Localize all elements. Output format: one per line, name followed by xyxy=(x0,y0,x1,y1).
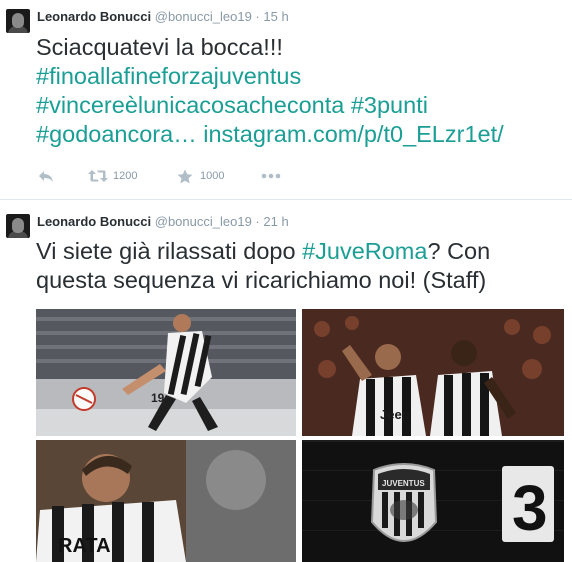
timestamp[interactable]: 15 h xyxy=(263,9,288,24)
jersey-name-text: RATA xyxy=(58,535,111,557)
author-handle[interactable]: @bonucci_leo19 xyxy=(155,214,252,229)
scoreboard-digit: 3 xyxy=(512,472,548,544)
author-name[interactable]: Leonardo Bonucci xyxy=(37,9,151,24)
hashtag-link[interactable]: #godoancora… xyxy=(36,121,197,147)
separator-dot: · xyxy=(255,9,260,24)
reply-arrow-icon xyxy=(39,171,53,182)
tweet-text-plain: Sciacquatevi la bocca!!! xyxy=(36,34,283,60)
hashtag-link[interactable]: #3punti xyxy=(351,92,428,118)
photo-players-celebrating[interactable]: Jeep xyxy=(302,309,564,436)
favorite-button[interactable]: 1000 xyxy=(177,167,224,185)
author-handle[interactable]: @bonucci_leo19 xyxy=(155,9,252,24)
avatar[interactable] xyxy=(6,9,30,33)
timestamp[interactable]: 21 h xyxy=(263,214,288,229)
more-button[interactable] xyxy=(261,167,281,185)
photo-juventus-crest-image: JUVENTUS 3 xyxy=(302,440,564,562)
tweet-actions: 1200 1000 xyxy=(36,167,336,185)
more-dots-icon xyxy=(261,173,281,179)
instagram-link[interactable]: instagram.com/p/t0_ELzr1et/ xyxy=(203,121,503,147)
crest-text: JUVENTUS xyxy=(382,479,425,488)
jersey-sponsor-text: Jeep xyxy=(380,407,410,422)
tweet-text-pre: Vi siete già rilassati dopo xyxy=(36,238,303,264)
tweet-header: Leonardo Bonucci @bonucci_leo19 · 21 h xyxy=(37,214,289,230)
author-name[interactable]: Leonardo Bonucci xyxy=(37,214,151,229)
tweet[interactable]: Leonardo Bonucci @bonucci_leo19 · 15 h S… xyxy=(0,0,572,200)
avatar-face xyxy=(12,13,24,28)
hashtag-link[interactable]: #vincereèlunicacosacheconta xyxy=(36,92,344,118)
avatar-face xyxy=(12,218,24,233)
photo-players-celebrating-image: Jeep xyxy=(302,309,564,436)
retweet-count: 1200 xyxy=(113,170,138,182)
photo-player-kick[interactable]: 19 xyxy=(36,309,296,436)
hashtag-link[interactable]: #JuveRoma xyxy=(302,238,427,264)
photo-juventus-crest[interactable]: JUVENTUS 3 xyxy=(302,440,564,562)
photo-player-kick-image: 19 xyxy=(36,309,296,436)
hashtag-link[interactable]: #finoallafineforzajuventus xyxy=(36,63,301,89)
retweet-icon xyxy=(88,170,108,182)
tweet-text: Vi siete già rilassati dopo #JuveRoma? C… xyxy=(36,237,566,295)
favorite-count: 1000 xyxy=(200,170,225,182)
tweet[interactable]: Leonardo Bonucci @bonucci_leo19 · 21 h V… xyxy=(0,205,572,562)
photo-grid: 19 Jeep RATA JUVENTUS 3 xyxy=(36,309,564,562)
reply-button[interactable] xyxy=(38,167,54,185)
tweet-header: Leonardo Bonucci @bonucci_leo19 · 15 h xyxy=(37,9,289,25)
retweet-button[interactable]: 1200 xyxy=(88,167,137,185)
tweet-text: Sciacquatevi la bocca!!! #finoallafinefo… xyxy=(36,33,566,149)
photo-player-back[interactable]: RATA xyxy=(36,440,296,562)
star-icon xyxy=(177,169,193,183)
separator-dot: · xyxy=(255,214,260,229)
photo-player-back-image: RATA xyxy=(36,440,296,562)
avatar[interactable] xyxy=(6,214,30,238)
